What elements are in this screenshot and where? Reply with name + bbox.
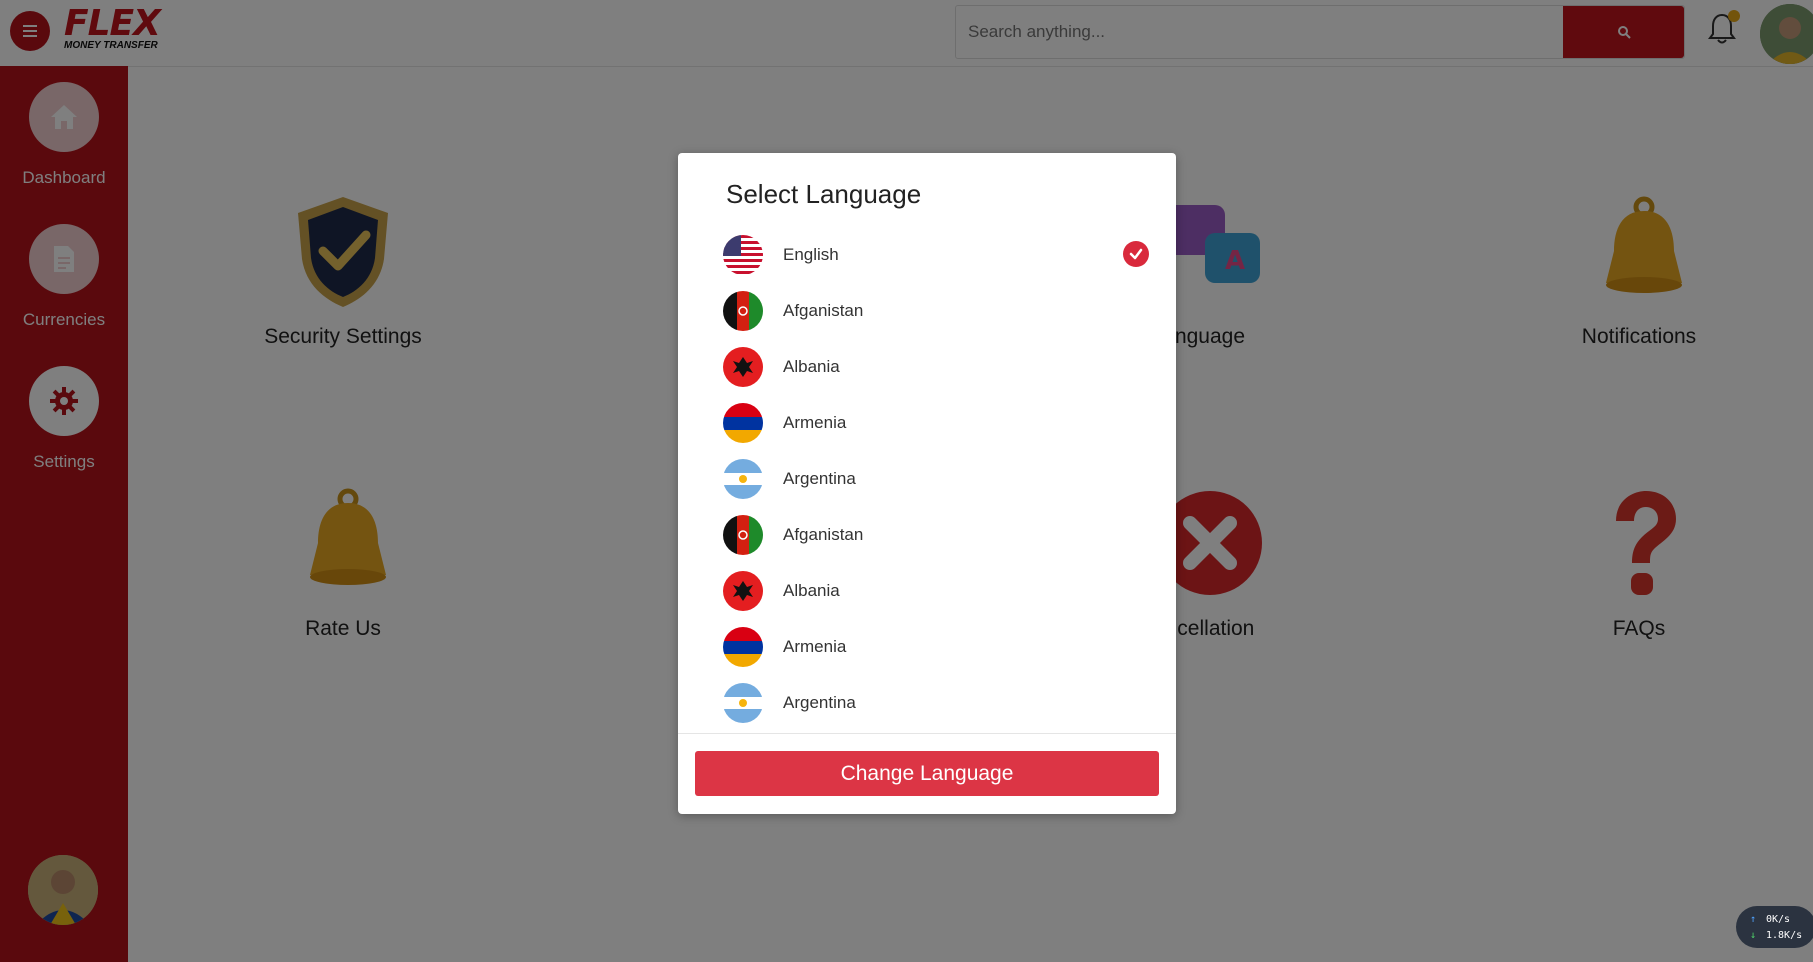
language-name: Albania — [783, 581, 840, 600]
selected-check-icon — [1123, 241, 1149, 267]
language-name: Argentina — [783, 693, 856, 712]
language-name: Albania — [783, 357, 840, 376]
am-flag-icon — [723, 627, 763, 667]
modal-divider — [678, 733, 1176, 734]
network-speed-widget: ↑ 0K/s ↓ 1.8K/s — [1736, 906, 1813, 948]
language-option-afganistan[interactable]: Afganistan — [723, 289, 1153, 333]
modal-title: Select Language — [726, 179, 922, 209]
af-flag-icon — [723, 515, 763, 555]
al-flag-icon — [723, 571, 763, 611]
ar-flag-icon — [723, 459, 763, 499]
upload-arrow-icon: ↑ — [1750, 914, 1757, 925]
language-name: Armenia — [783, 637, 847, 656]
select-language-modal: Select Language English Afganistan Alban… — [678, 153, 1176, 814]
language-option-argentina[interactable]: Argentina — [723, 457, 1153, 501]
download-speed: 1.8K/s — [1766, 930, 1803, 941]
af-flag-icon — [723, 291, 763, 331]
language-name: English — [783, 245, 839, 264]
language-option-argentina[interactable]: Argentina — [723, 681, 1153, 725]
us-flag-icon — [723, 235, 763, 275]
language-option-armenia[interactable]: Armenia — [723, 625, 1153, 669]
language-name: Afganistan — [783, 301, 864, 320]
upload-speed: 0K/s — [1766, 914, 1791, 925]
language-option-afganistan[interactable]: Afganistan — [723, 513, 1153, 557]
language-option-english[interactable]: English — [723, 233, 1153, 277]
change-language-button[interactable]: Change Language — [695, 751, 1159, 796]
language-name: Afganistan — [783, 525, 864, 544]
download-arrow-icon: ↓ — [1750, 930, 1757, 941]
am-flag-icon — [723, 403, 763, 443]
language-option-armenia[interactable]: Armenia — [723, 401, 1153, 445]
language-list[interactable]: English Afganistan Albania Armenia Argen… — [678, 233, 1176, 733]
al-flag-icon — [723, 347, 763, 387]
language-name: Armenia — [783, 413, 847, 432]
language-option-albania[interactable]: Albania — [723, 345, 1153, 389]
ar-flag-icon — [723, 683, 763, 723]
language-option-albania[interactable]: Albania — [723, 569, 1153, 613]
language-name: Argentina — [783, 469, 856, 488]
